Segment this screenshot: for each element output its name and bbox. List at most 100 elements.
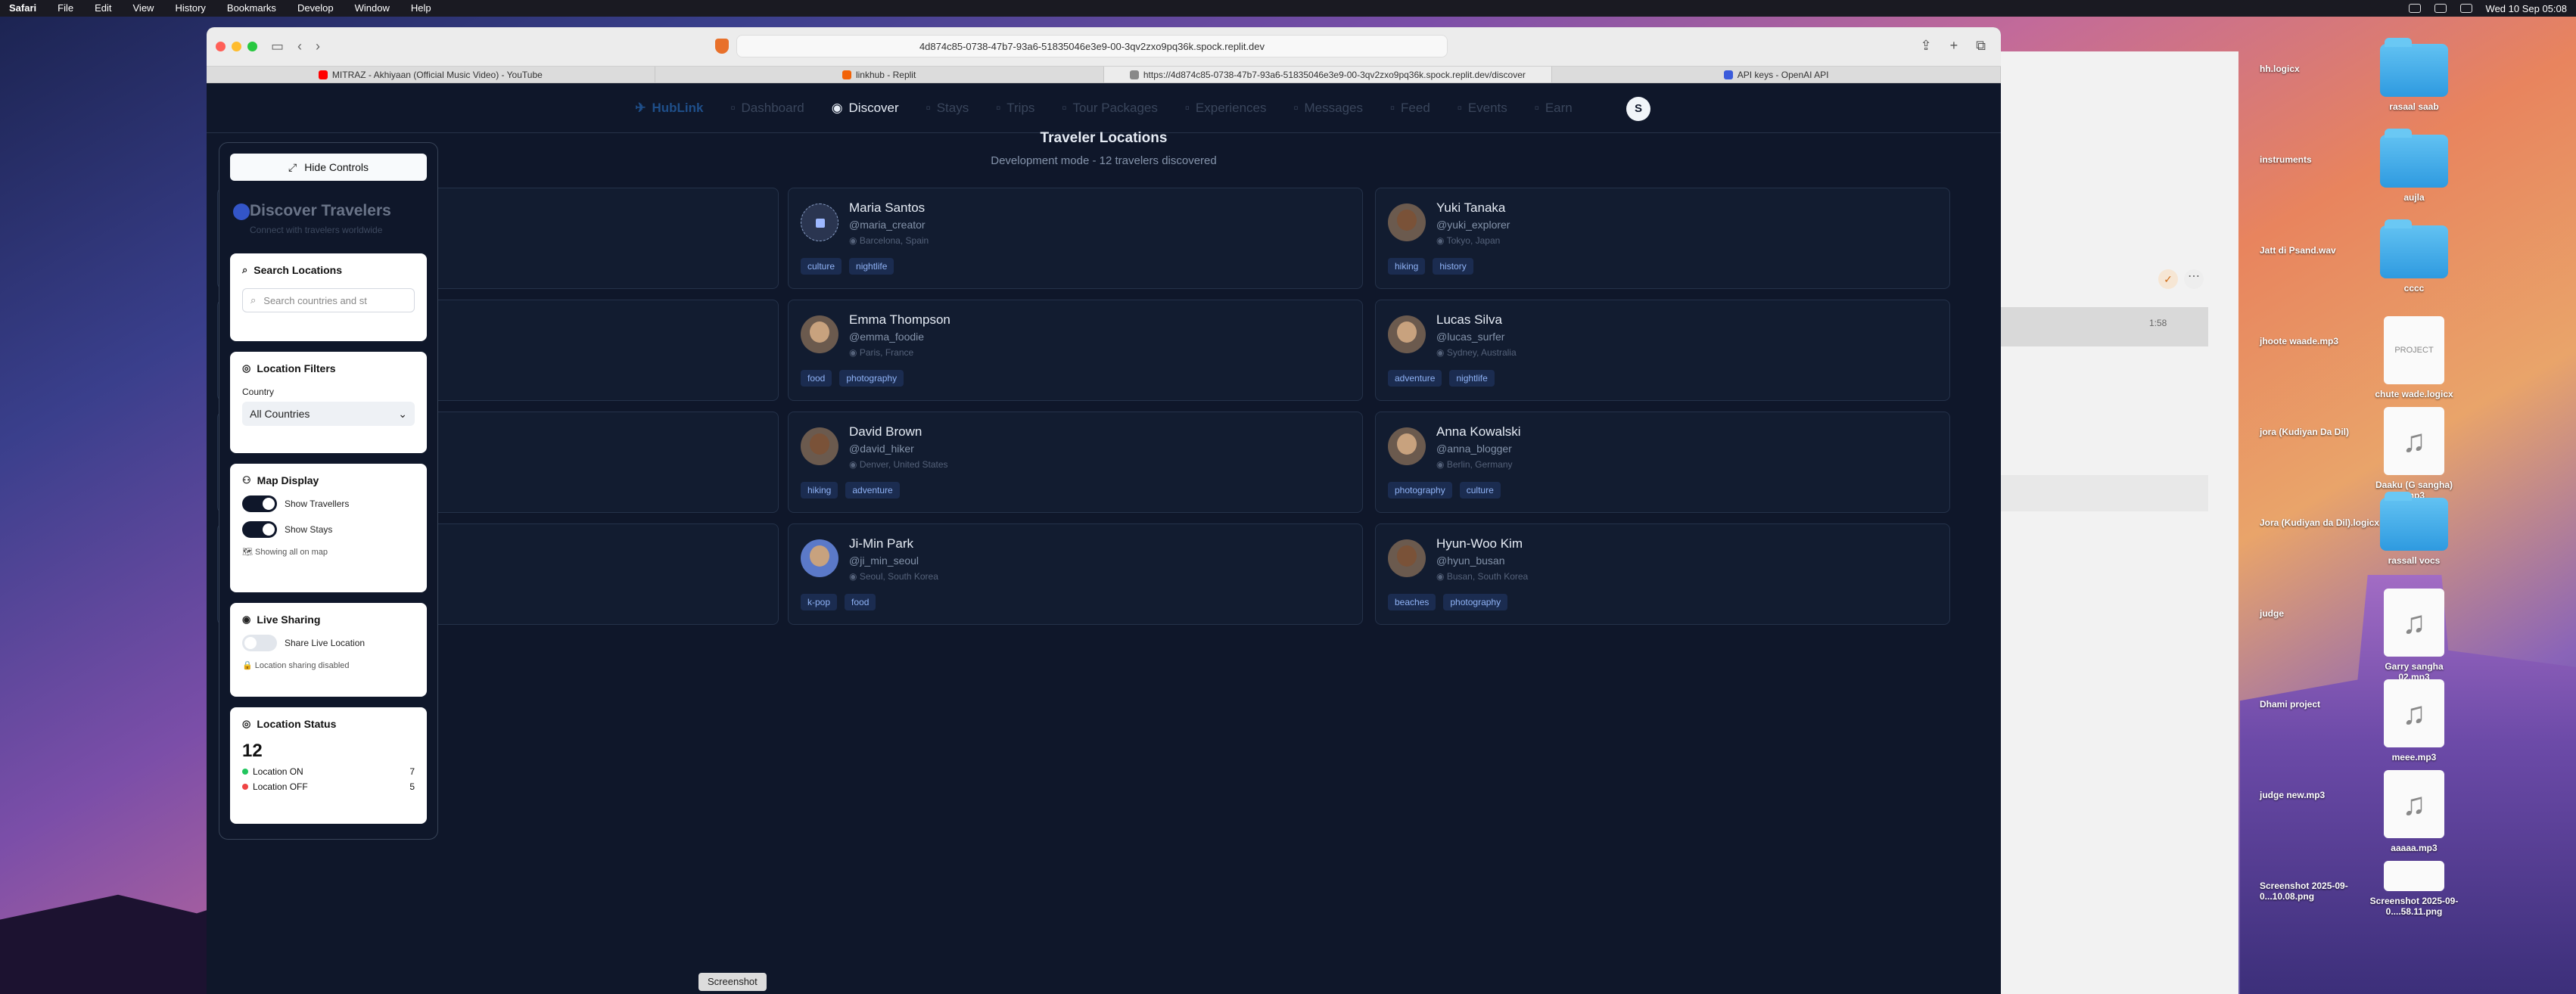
background-window: ✓ ⋯ 1:58 [1968,51,2238,994]
battery-icon[interactable] [2408,4,2421,13]
nav-events[interactable]: ▫ Events [1458,101,1507,116]
back-icon[interactable]: ‹ [297,39,302,54]
traveler-card[interactable]: Emma Thompson @emma_foodie ◉ Paris, France… [788,300,1363,401]
desktop-item[interactable]: PROJECT chute wade.logicx [2369,316,2459,399]
globe-icon [233,203,250,220]
menu-help[interactable]: Help [411,0,431,17]
desktop-item[interactable]: Jatt di Psand.wav [2260,245,2381,256]
interest-tag: k-pop [801,594,838,610]
desktop-item[interactable]: jora (Kudiyan Da Dil) [2260,427,2381,437]
browser-tab[interactable]: API keys - OpenAI API [1552,67,2001,82]
desktop-item[interactable]: judge [2260,608,2381,619]
desktop-item[interactable]: hh.logicx [2260,64,2381,74]
traveler-card[interactable]: Ji-Min Park @ji_min_seoul ◉ Seoul, South K… [788,523,1363,625]
desktop-item-label: rassall vocs [2388,555,2441,566]
desktop-item[interactable]: Screenshot 2025-09-0...10.08.png [2260,881,2381,902]
nav-earn[interactable]: ▫ Earn [1535,101,1573,116]
zoom-window-button[interactable] [247,42,257,51]
show-stays-toggle[interactable] [242,521,277,538]
status-off-count: 5 [409,781,415,792]
wifi-icon[interactable] [2434,4,2447,13]
traveler-card[interactable]: David Brown @david_hiker ◉ Denver, United … [788,412,1363,513]
menu-edit[interactable]: Edit [95,0,111,17]
traveler-avatar [1388,427,1426,465]
more-icon[interactable]: ⋯ [2184,269,2204,289]
traveler-handle: @hyun_busan [1436,554,1505,567]
nav-messages[interactable]: ▫ Messages [1293,101,1363,116]
traveler-avatar [801,315,838,353]
desktop-item[interactable]: jhoote waade.mp3 [2260,336,2381,346]
tab-overview-icon[interactable]: ⧉ [1976,38,1986,54]
nav-tour-packages[interactable]: ▫ Tour Packages [1062,101,1157,116]
live-heading: Live Sharing [257,613,321,626]
check-icon[interactable]: ✓ [2158,269,2178,289]
traveler-tags: hiking history [1388,258,1473,275]
map-pin-icon: ◎ [242,362,251,374]
show-travellers-toggle[interactable] [242,495,277,512]
forward-icon[interactable]: › [316,39,320,54]
traveler-location: ◉ Seoul, South Korea [849,571,938,582]
hide-controls-button[interactable]: ⤢ Hide Controls [230,154,427,181]
dashboard-icon: ▫ [730,100,736,115]
sidebar-icon[interactable]: ▭ [271,39,284,54]
control-center-icon[interactable] [2459,4,2472,13]
traveler-name: Yuki Tanaka [1436,200,1506,215]
map-icon: 🗺 [242,548,253,557]
traveler-card[interactable]: Maria Santos @maria_creator ◉ Barcelona, S… [788,188,1363,289]
desktop-item[interactable]: ♫ meee.mp3 [2369,679,2459,763]
desktop-item[interactable]: instruments [2260,154,2381,165]
browser-tab[interactable]: MITRAZ - Akhiyaan (Official Music Video)… [207,67,655,82]
audio-row[interactable] [1968,307,2208,346]
menu-safari[interactable]: Safari [9,0,36,17]
nav-dashboard[interactable]: ▫ Dashboard [730,101,804,116]
trips-icon: ▫ [996,100,1001,115]
brave-shield-icon[interactable] [715,39,729,54]
menu-file[interactable]: File [58,0,73,17]
desktop-item[interactable]: Dhami project [2260,699,2381,710]
desktop-item[interactable]: aujla [2369,129,2459,203]
menu-history[interactable]: History [175,0,205,17]
desktop-item[interactable]: rasaal saab [2369,38,2459,112]
traveler-card[interactable]: Lucas Silva @lucas_surfer ◉ Sydney, Austra… [1375,300,1950,401]
interest-tag: nightlife [1449,370,1495,387]
desktop-item[interactable]: ♫ Garry sangha 02.mp3 [2369,589,2459,682]
traveler-card[interactable]: Yuki Tanaka @yuki_explorer ◉ Tokyo, Japan h… [1375,188,1950,289]
traveler-card[interactable]: Anna Kowalski @anna_blogger ◉ Berlin, Germ… [1375,412,1950,513]
menu-bookmarks[interactable]: Bookmarks [227,0,276,17]
address-bar[interactable]: 4d874c85-0738-47b7-93a6-51835046e3e9-00-… [736,35,1448,57]
search-input[interactable]: ⌕ Search countries and st [242,288,415,312]
browser-tab[interactable]: https://4d874c85-0738-47b7-93a6-51835046… [1103,67,1553,82]
browser-tab[interactable]: linkhub - Replit [655,67,1104,82]
desktop-item[interactable]: rassall vocs [2369,492,2459,566]
desktop-item[interactable]: Jora (Kudiyan da Dil).logicx [2260,517,2381,528]
desktop-item[interactable]: Screenshot 2025-09-0....58.11.png [2369,861,2459,917]
desktop-item[interactable]: ♫ Daaku (G sangha) .mp3 [2369,407,2459,501]
user-avatar[interactable]: S [1626,97,1650,121]
map-pin-icon: ◉ [849,235,860,246]
minimize-window-button[interactable] [232,42,241,51]
map-pin-icon: ◉ [849,571,860,582]
image-file-icon [2384,861,2444,891]
menu-view[interactable]: View [133,0,154,17]
menubar-clock[interactable]: Wed 10 Sep 05:08 [2486,3,2567,14]
menu-develop[interactable]: Develop [297,0,334,17]
brand-logo[interactable]: ✈ HubLink [635,101,703,116]
desktop-item[interactable]: judge new.mp3 [2260,790,2381,800]
share-location-toggle[interactable] [242,635,277,651]
country-select[interactable]: All Countries ⌄ [242,402,415,426]
nav-discover[interactable]: ◉ Discover [832,101,899,116]
close-window-button[interactable] [216,42,226,51]
new-tab-icon[interactable]: + [1950,38,1958,54]
traveler-tags: food photography [801,370,904,387]
traveler-name: Lucas Silva [1436,312,1502,327]
desktop-item[interactable]: ♫ aaaaa.mp3 [2369,770,2459,853]
nav-stays[interactable]: ▫ Stays [926,101,969,116]
desktop-item[interactable]: cccc [2369,219,2459,294]
menu-window[interactable]: Window [355,0,390,17]
share-icon[interactable]: ⇪ [1921,38,1932,54]
traveler-location-text: Paris, France [859,347,914,358]
traveler-card[interactable]: Hyun-Woo Kim @hyun_busan ◉ Busan, South Ko… [1375,523,1950,625]
nav-experiences[interactable]: ▫ Experiences [1185,101,1267,116]
nav-trips[interactable]: ▫ Trips [996,101,1034,116]
nav-feed[interactable]: ▫ Feed [1390,101,1430,116]
